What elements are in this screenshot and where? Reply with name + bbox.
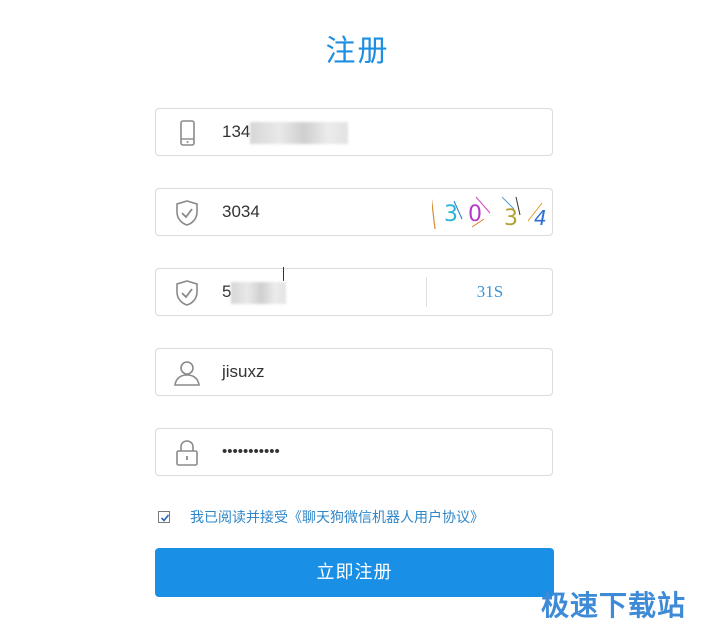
captcha-char: 0 bbox=[468, 202, 482, 227]
user-icon bbox=[174, 361, 200, 386]
username-field[interactable]: jisuxz bbox=[155, 348, 553, 396]
sms-countdown: 31S bbox=[476, 282, 504, 301]
register-button[interactable]: 立即注册 bbox=[155, 548, 554, 597]
captcha-field[interactable]: 3034 3 0 3 4 bbox=[155, 188, 553, 236]
divider bbox=[426, 277, 427, 307]
phone-icon bbox=[180, 120, 195, 146]
shield-check-icon bbox=[176, 280, 198, 306]
sms-code-field[interactable]: 5 31S bbox=[155, 267, 553, 316]
sms-code-input[interactable]: 5 bbox=[222, 282, 231, 301]
captcha-image[interactable]: 3 0 3 4 bbox=[430, 189, 552, 235]
lock-icon bbox=[176, 440, 198, 466]
captcha-char: 4 bbox=[534, 206, 547, 230]
captcha-char: 3 bbox=[504, 206, 518, 231]
page-title: 注册 bbox=[325, 34, 390, 69]
shield-check-icon bbox=[176, 200, 198, 226]
password-field[interactable]: ••••••••••• bbox=[155, 428, 553, 476]
phone-field[interactable]: 134 bbox=[155, 108, 553, 156]
phone-input[interactable]: 134 bbox=[222, 122, 250, 141]
watermark: 极速下载站 bbox=[541, 589, 687, 622]
check-icon bbox=[160, 514, 170, 522]
agreement-checkbox[interactable] bbox=[158, 511, 170, 523]
username-input[interactable]: jisuxz bbox=[222, 349, 265, 395]
blur-mask bbox=[231, 281, 287, 304]
captcha-char: 3 bbox=[444, 202, 458, 227]
password-input[interactable]: ••••••••••• bbox=[222, 429, 280, 475]
captcha-input[interactable]: 3034 bbox=[222, 189, 260, 235]
agreement-link[interactable]: 我已阅读并接受《聊天狗微信机器人用户协议》 bbox=[190, 508, 484, 528]
blur-mask bbox=[250, 121, 349, 144]
